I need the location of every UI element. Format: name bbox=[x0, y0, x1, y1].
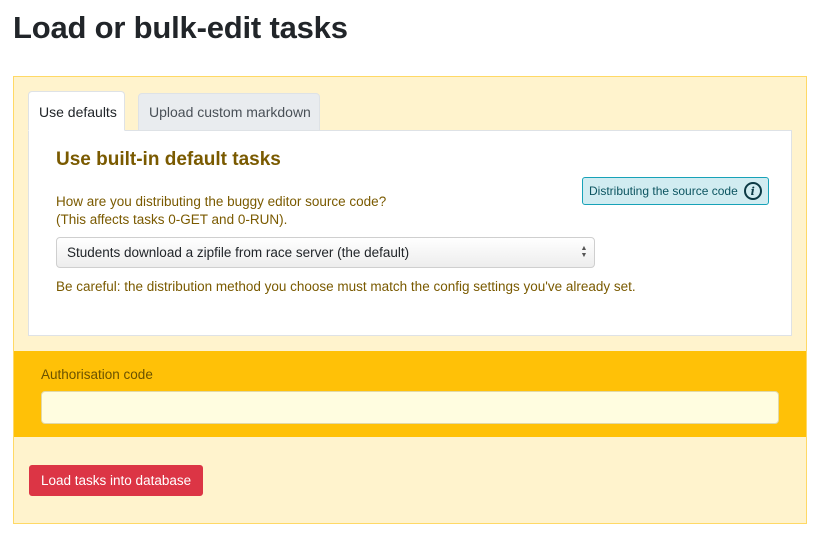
load-tasks-button[interactable]: Load tasks into database bbox=[29, 465, 204, 496]
pane-heading: Use built-in default tasks bbox=[56, 149, 281, 170]
distribution-method-select[interactable]: Students download a zipfile from race se… bbox=[56, 237, 595, 268]
info-button-label: Distributing the source code bbox=[589, 184, 738, 198]
authorisation-label: Authorisation code bbox=[41, 367, 153, 382]
authorisation-section: Authorisation code bbox=[14, 351, 806, 437]
task-load-panel: Use defaults Upload custom markdown Use … bbox=[13, 76, 807, 524]
question-line-1: How are you distributing the buggy edito… bbox=[56, 194, 387, 209]
select-value: Students download a zipfile from race se… bbox=[67, 245, 410, 260]
distributing-source-info-button[interactable]: Distributing the source code i bbox=[582, 177, 769, 205]
tab-use-defaults[interactable]: Use defaults bbox=[28, 91, 125, 131]
select-arrows-icon: ▲ ▼ bbox=[580, 245, 588, 259]
authorisation-code-input[interactable] bbox=[41, 391, 779, 424]
info-circle-icon: i bbox=[743, 182, 762, 200]
distribution-warning: Be careful: the distribution method you … bbox=[56, 279, 636, 294]
distribution-question: How are you distributing the buggy edito… bbox=[56, 193, 386, 229]
tab-upload-custom-markdown[interactable]: Upload custom markdown bbox=[138, 93, 320, 131]
defaults-tab-pane: Use built-in default tasks How are you d… bbox=[28, 130, 792, 336]
page-title: Load or bulk-edit tasks bbox=[13, 10, 348, 45]
question-line-2: (This affects tasks 0-GET and 0-RUN). bbox=[56, 212, 288, 227]
